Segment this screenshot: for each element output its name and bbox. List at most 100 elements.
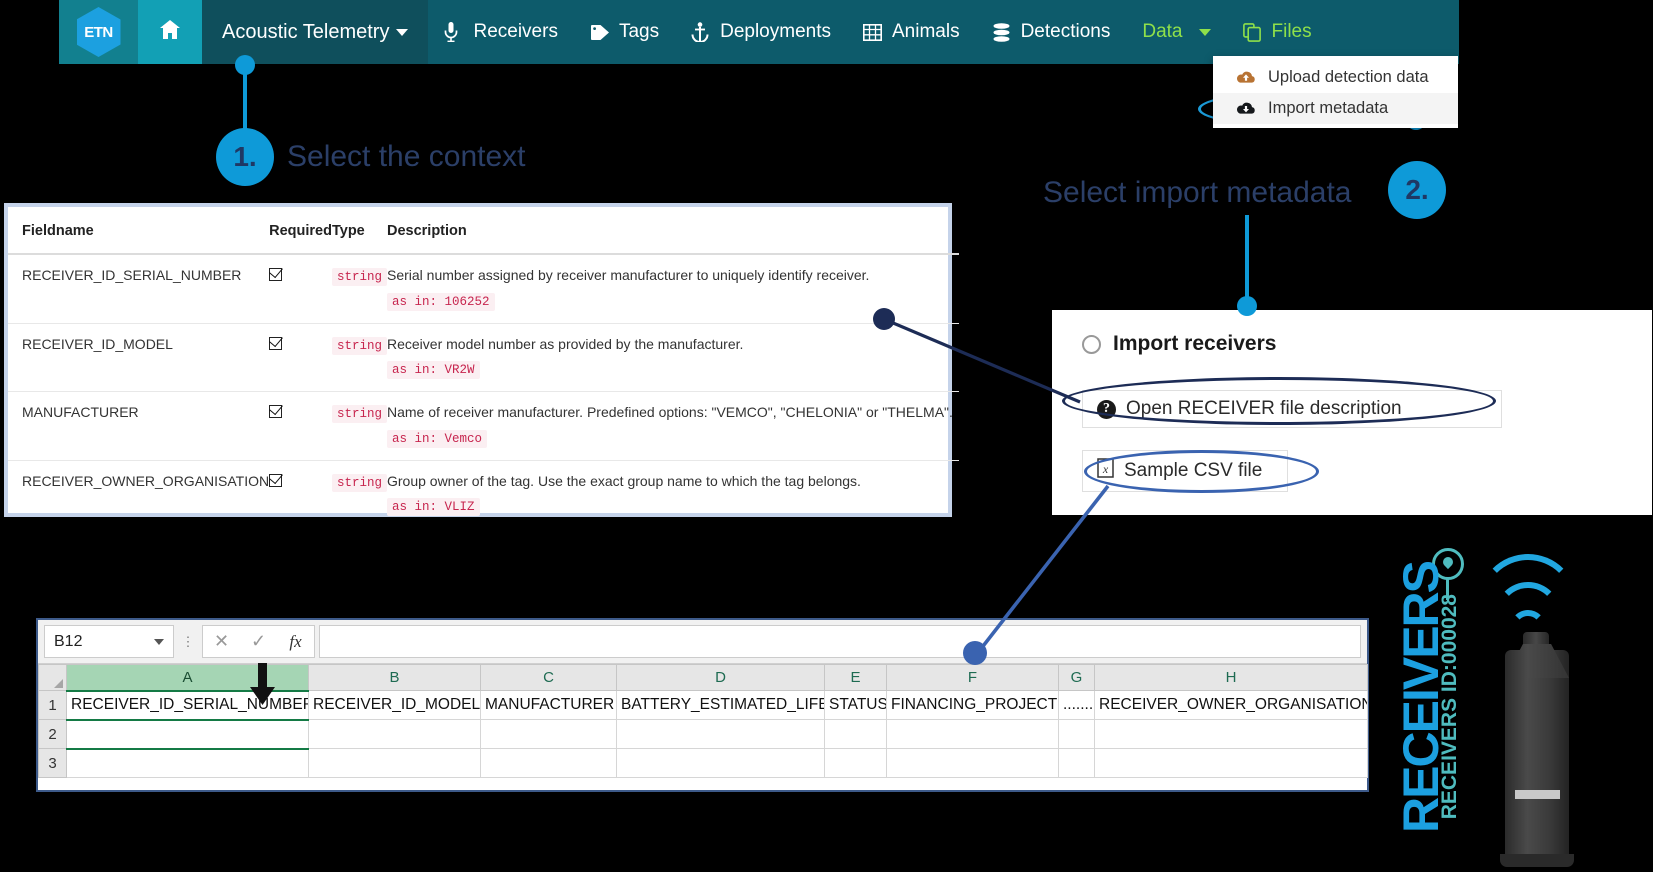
menu-item-label: Import metadata — [1268, 99, 1388, 118]
step-badge-1-number: 1. — [233, 141, 256, 173]
description-text: Group owner of the tag. Use the exact gr… — [387, 473, 953, 491]
column-header-d[interactable]: D — [617, 665, 825, 691]
receiver-device-body — [1505, 650, 1569, 862]
etn-logo[interactable]: ETN — [59, 0, 138, 64]
cell-a2[interactable] — [67, 720, 309, 749]
type-badge: string — [332, 268, 387, 286]
cell-description: Group owner of the tag. Use the exact gr… — [387, 460, 959, 528]
nav-context-dropdown[interactable]: Acoustic Telemetry — [202, 0, 428, 64]
highlight-oval-open-description — [1062, 377, 1496, 425]
callout-dot-import-panel — [1237, 296, 1257, 316]
row-header-3[interactable]: 3 — [39, 749, 67, 778]
receiver-id-label: RECEIVERS ID:000028 — [1438, 594, 1462, 819]
step-badge-1: 1. — [216, 128, 274, 186]
cell-f1[interactable]: FINANCING_PROJECT — [887, 691, 1059, 720]
nav-context-label: Acoustic Telemetry — [222, 21, 389, 44]
select-all-corner[interactable] — [39, 665, 67, 691]
cell-a3[interactable] — [67, 749, 309, 778]
cell-required — [269, 392, 332, 461]
row-header-1[interactable]: 1 — [39, 691, 67, 720]
cell-d3[interactable] — [617, 749, 825, 778]
table-header-row: Fieldname Required Type Description — [8, 207, 959, 254]
cell-g3[interactable] — [1059, 749, 1095, 778]
menu-item-upload-detection-data[interactable]: Upload detection data — [1213, 62, 1458, 93]
nav-item-animals[interactable]: Animals — [847, 0, 976, 64]
row-header-2[interactable]: 2 — [39, 720, 67, 749]
cell-h3[interactable] — [1095, 749, 1368, 778]
cell-e1[interactable]: STATUS — [825, 691, 887, 720]
column-header-required: Required — [269, 207, 332, 254]
example-value: as in: 106252 — [387, 293, 495, 311]
table-row: MANUFACTURER string Name of receiver man… — [8, 392, 959, 461]
cancel-x-icon[interactable]: ✕ — [203, 626, 240, 657]
radio-import-receivers[interactable] — [1082, 335, 1101, 354]
cell-required — [269, 460, 332, 528]
table-row: RECEIVER_OWNER_ORGANISATION string Group… — [8, 460, 959, 528]
column-header-e[interactable]: E — [825, 665, 887, 691]
nav-item-label: Receivers — [473, 21, 557, 43]
cell-type: string — [332, 460, 387, 528]
cell-f2[interactable] — [887, 720, 1059, 749]
cell-required — [269, 254, 332, 323]
cell-e3[interactable] — [825, 749, 887, 778]
menu-item-import-metadata[interactable]: Import metadata — [1213, 93, 1458, 124]
cell-f3[interactable] — [887, 749, 1059, 778]
cell-h2[interactable] — [1095, 720, 1368, 749]
cell-e2[interactable] — [825, 720, 887, 749]
nav-item-detections[interactable]: Detections — [976, 0, 1127, 64]
step-1-text: Select the context — [287, 140, 525, 174]
anchor-icon — [691, 22, 711, 42]
column-header-g[interactable]: G — [1059, 665, 1095, 691]
highlight-oval-sample-csv — [1084, 450, 1319, 493]
step-badge-2: 2. — [1388, 161, 1446, 219]
column-header-description: Description — [387, 207, 959, 254]
home-icon — [160, 20, 180, 45]
fx-icon[interactable]: fx — [277, 626, 314, 657]
confirm-check-icon[interactable]: ✓ — [240, 626, 277, 657]
table-grid-icon — [863, 24, 883, 41]
cell-c3[interactable] — [481, 749, 617, 778]
nav-item-deployments[interactable]: Deployments — [675, 0, 847, 64]
description-text: Receiver model number as provided by the… — [387, 336, 953, 354]
checkbox-checked-icon — [269, 337, 282, 350]
cell-b3[interactable] — [309, 749, 481, 778]
column-header-h[interactable]: H — [1095, 665, 1368, 691]
receiver-illustration: RECEIVERS RECEIVERS ID:000028 — [1380, 532, 1645, 872]
column-header-c[interactable]: C — [481, 665, 617, 691]
cell-fieldname: RECEIVER_ID_SERIAL_NUMBER — [8, 254, 269, 323]
nav-home-button[interactable] — [138, 0, 202, 64]
nav-item-receivers[interactable]: Receivers — [428, 0, 573, 64]
step-badge-2-number: 2. — [1405, 174, 1428, 206]
cell-type: string — [332, 392, 387, 461]
cell-d1[interactable]: BATTERY_ESTIMATED_LIFE — [617, 691, 825, 720]
nav-item-tags[interactable]: Tags — [574, 0, 675, 64]
callout-dot-step1 — [235, 55, 255, 75]
column-header-type: Type — [332, 207, 387, 254]
name-box[interactable]: B12 — [44, 625, 174, 658]
cloud-upload-icon — [1235, 70, 1257, 85]
checkbox-checked-icon — [269, 405, 282, 418]
main-navbar: ETN Acoustic Telemetry Receivers Tags De… — [59, 0, 1459, 64]
import-receivers-title: Import receivers — [1113, 332, 1276, 356]
nav-item-data[interactable]: Data — [1126, 0, 1226, 64]
cell-g1[interactable]: ....... — [1059, 691, 1095, 720]
checkbox-checked-icon — [269, 474, 282, 487]
column-header-f[interactable]: F — [887, 665, 1059, 691]
cell-b1[interactable]: RECEIVER_ID_MODEL — [309, 691, 481, 720]
cell-b2[interactable] — [309, 720, 481, 749]
column-header-b[interactable]: B — [309, 665, 481, 691]
nav-item-label: Detections — [1021, 21, 1111, 43]
formula-controls: ✕ ✓ fx — [202, 625, 315, 658]
cell-h1[interactable]: RECEIVER_OWNER_ORGANISATION — [1095, 691, 1368, 720]
cell-c2[interactable] — [481, 720, 617, 749]
cell-d2[interactable] — [617, 720, 825, 749]
toolbar-more-icon[interactable]: ⋮ — [178, 639, 198, 644]
nav-item-files[interactable]: Files — [1227, 0, 1328, 64]
cell-c1[interactable]: MANUFACTURER — [481, 691, 617, 720]
spreadsheet-toolbar: B12 ⋮ ✕ ✓ fx — [38, 620, 1367, 664]
column-header-fieldname: Fieldname — [8, 207, 269, 254]
type-badge: string — [332, 474, 387, 492]
table-row: RECEIVER_ID_MODEL string Receiver model … — [8, 323, 959, 392]
formula-bar-input[interactable] — [319, 625, 1361, 658]
cell-g2[interactable] — [1059, 720, 1095, 749]
